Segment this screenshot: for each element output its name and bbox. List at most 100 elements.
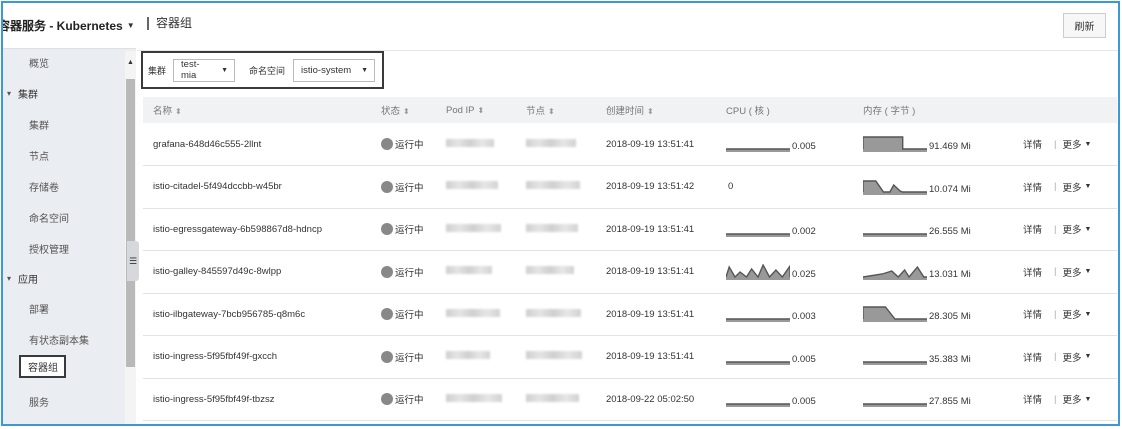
action-separator: | bbox=[1054, 223, 1057, 235]
cpu-cell: 0.005 bbox=[716, 123, 853, 166]
detail-link[interactable]: 详情 bbox=[1023, 222, 1042, 236]
detail-link[interactable]: 详情 bbox=[1023, 265, 1042, 279]
detail-link[interactable]: 详情 bbox=[1023, 180, 1042, 194]
sidebar-item[interactable]: 集群 bbox=[3, 114, 127, 134]
sidebar: 容器服务 - Kubernetes ▼ 概览 ▾ 集群集群节点存储卷命名空间授权管理… bbox=[3, 3, 136, 424]
sidebar-item-label: 应用 bbox=[18, 274, 39, 286]
pod-name-link[interactable]: istio-ilbgateway-7bcb956785-q8m6c bbox=[143, 293, 371, 336]
created-time: 2018-09-19 13:51:41 bbox=[606, 351, 695, 363]
action-separator: | bbox=[1054, 138, 1057, 150]
more-dropdown[interactable]: 更多 bbox=[1062, 350, 1081, 364]
status-badge: 运行中 bbox=[381, 350, 436, 364]
column-header-status[interactable]: 状态 ⬍ bbox=[371, 97, 436, 123]
scroll-up-icon[interactable]: ▲ bbox=[127, 59, 134, 66]
column-header-memory: 内存 ( 字节 ) bbox=[863, 106, 916, 117]
sidebar-product-switcher[interactable]: 容器服务 - Kubernetes ▼ bbox=[3, 3, 136, 49]
detail-link[interactable]: 详情 bbox=[1023, 392, 1042, 406]
created-time: 2018-09-19 13:51:41 bbox=[606, 266, 695, 278]
more-dropdown[interactable]: 更多 bbox=[1062, 265, 1081, 279]
sidebar-item-label: 授权管理 bbox=[29, 244, 69, 256]
caret-down-icon[interactable]: ▼ bbox=[1085, 268, 1092, 275]
sidebar-item[interactable]: 部署 bbox=[3, 298, 127, 318]
node-redacted bbox=[516, 166, 596, 209]
detail-link[interactable]: 详情 bbox=[1023, 307, 1042, 321]
caret-down-icon[interactable]: ▼ bbox=[1085, 183, 1092, 190]
column-header-pod-ip[interactable]: Pod IP ⬍ bbox=[436, 97, 516, 123]
cpu-sparkline: 0.003 bbox=[726, 306, 853, 323]
sidebar-item[interactable]: 节点 bbox=[3, 145, 127, 165]
memory-value: 26.555 Mi bbox=[929, 226, 971, 238]
action-separator: | bbox=[1054, 308, 1057, 320]
namespace-select[interactable]: istio-system ▼ bbox=[293, 58, 376, 82]
caret-down-icon[interactable]: ▼ bbox=[1085, 353, 1092, 360]
table-row: grafana-648d46c555-2llnt 运行中 2018-09-19 13… bbox=[143, 123, 1117, 166]
sort-icon: ⬍ bbox=[477, 105, 485, 115]
memory-value: 28.305 Mi bbox=[929, 311, 971, 323]
detail-link[interactable]: 详情 bbox=[1023, 137, 1042, 151]
node-redacted bbox=[516, 336, 596, 379]
memory-cell: 28.305 Mi bbox=[853, 293, 1013, 336]
pod-name-link[interactable]: istio-ingress-5f95fbf49f-gxcch bbox=[143, 336, 371, 379]
caret-down-icon[interactable]: ▼ bbox=[1085, 226, 1092, 233]
namespace-select-value: istio-system bbox=[301, 64, 352, 76]
pod-name-link[interactable]: istio-ingress-5f95fbf49f-tbzsz bbox=[143, 378, 371, 421]
sidebar-item[interactable]: 命名空间 bbox=[3, 207, 127, 227]
cpu-sparkline: 0.002 bbox=[726, 221, 853, 238]
status-badge: 运行中 bbox=[381, 307, 436, 321]
expand-triangle-icon: ▾ bbox=[7, 273, 12, 283]
node-redacted bbox=[516, 378, 596, 421]
sidebar-item[interactable]: 授权管理 bbox=[3, 238, 127, 258]
sidebar-item[interactable]: 存储卷 bbox=[3, 176, 127, 196]
column-header-name[interactable]: 名称 ⬍ bbox=[143, 97, 371, 123]
status-badge: 运行中 bbox=[381, 137, 436, 151]
column-header-node[interactable]: 节点 ⬍ bbox=[516, 97, 596, 123]
status-dot-icon bbox=[381, 223, 393, 236]
memory-cell: 13.031 Mi bbox=[853, 251, 1013, 294]
sidebar-item-label: 概览 bbox=[29, 58, 49, 70]
scrollbar-thumb[interactable] bbox=[126, 79, 135, 367]
more-dropdown[interactable]: 更多 bbox=[1062, 180, 1081, 194]
cpu-cell: 0.005 bbox=[716, 378, 853, 421]
cluster-select[interactable]: test-mia ▼ bbox=[173, 58, 236, 82]
cpu-value: 0 bbox=[728, 181, 734, 193]
cpu-value: 0.005 bbox=[792, 141, 816, 152]
caret-down-icon: ▼ bbox=[361, 66, 369, 74]
sidebar-item[interactable]: 容器组 bbox=[19, 355, 66, 378]
pod-name-link[interactable]: istio-citadel-5f494dccbb-w45br bbox=[143, 166, 371, 209]
detail-link[interactable]: 详情 bbox=[1023, 350, 1042, 364]
memory-value: 10.074 Mi bbox=[929, 183, 971, 195]
refresh-button[interactable]: 刷新 bbox=[1063, 13, 1106, 38]
status-badge: 运行中 bbox=[381, 180, 436, 194]
cpu-value: 0.002 bbox=[792, 226, 816, 238]
node-redacted bbox=[516, 208, 596, 251]
more-dropdown[interactable]: 更多 bbox=[1062, 137, 1081, 151]
memory-cell: 91.469 Mi bbox=[853, 123, 1013, 166]
namespace-label: 命名空间 bbox=[249, 65, 286, 76]
table-row: istio-egressgateway-6b598867d8-hdncp 运行中 2… bbox=[143, 208, 1117, 251]
more-dropdown[interactable]: 更多 bbox=[1062, 307, 1081, 321]
more-dropdown[interactable]: 更多 bbox=[1062, 222, 1081, 236]
sidebar-item[interactable]: ▾ 应用 bbox=[3, 268, 127, 288]
sidebar-item-label: 存储卷 bbox=[29, 182, 59, 194]
table-row: istio-ingress-5f95fbf49f-tbzsz 运行中 2018-09… bbox=[143, 378, 1117, 421]
expand-triangle-icon: ▾ bbox=[7, 88, 12, 98]
caret-down-icon[interactable]: ▼ bbox=[1085, 396, 1092, 403]
pod-name-link[interactable]: istio-egressgateway-6b598867d8-hdncp bbox=[143, 208, 371, 251]
column-header-created[interactable]: 创建时间 ⬍ bbox=[596, 97, 716, 123]
caret-down-icon[interactable]: ▼ bbox=[1085, 311, 1092, 318]
memory-cell: 26.555 Mi bbox=[853, 208, 1013, 251]
cpu-value: 0.005 bbox=[792, 396, 816, 408]
more-dropdown[interactable]: 更多 bbox=[1062, 392, 1081, 406]
memory-value: 13.031 Mi bbox=[929, 268, 971, 280]
caret-down-icon[interactable]: ▼ bbox=[1085, 141, 1092, 148]
sidebar-item[interactable]: 概览 bbox=[3, 52, 127, 72]
pod-ip-redacted bbox=[436, 208, 516, 251]
sidebar-scrollbar[interactable]: ▲ bbox=[125, 51, 136, 424]
sidebar-item[interactable]: ▾ 集群 bbox=[3, 83, 127, 103]
sidebar-item[interactable]: 有状态副本集 bbox=[3, 329, 127, 349]
status-dot-icon bbox=[381, 138, 393, 150]
cpu-value: 0.003 bbox=[792, 311, 816, 323]
pod-name-link[interactable]: grafana-648d46c555-2llnt bbox=[143, 123, 371, 166]
pod-name-link[interactable]: istio-galley-845597d49c-8wlpp bbox=[143, 251, 371, 294]
sidebar-item[interactable]: 服务 bbox=[3, 391, 127, 411]
